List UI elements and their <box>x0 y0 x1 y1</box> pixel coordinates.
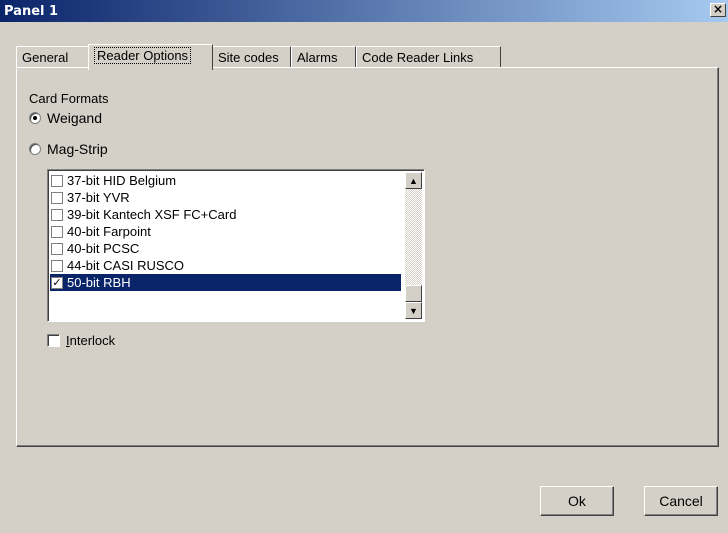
list-item[interactable]: 40-bit Farpoint <box>50 223 401 240</box>
list-scrollbar[interactable]: ▲ ▼ <box>405 172 422 319</box>
tab-label: General <box>22 50 69 65</box>
list-item-label: 50-bit RBH <box>67 275 131 290</box>
radio-button[interactable] <box>29 143 41 155</box>
checkbox[interactable] <box>51 208 63 221</box>
list-item-selected[interactable]: ✓ 50-bit RBH <box>50 274 401 291</box>
list-item-label: 44-bit CASI RUSCO <box>67 258 185 273</box>
tab-label: Alarms <box>297 50 338 65</box>
list-item[interactable]: 40-bit PCSC <box>50 240 401 257</box>
list-item-label: 39-bit Kantech XSF FC+Card <box>67 207 237 222</box>
window-title: Panel 1 <box>4 3 59 19</box>
cancel-button[interactable]: Cancel <box>644 486 718 516</box>
checkbox[interactable] <box>51 225 63 238</box>
list-item[interactable]: 37-bit YVR <box>50 189 401 206</box>
card-formats-label: Card Formats <box>29 91 109 106</box>
mag-strip-label: Mag-Strip <box>47 141 108 157</box>
close-icon[interactable]: × <box>710 3 726 17</box>
weigand-radio[interactable]: Weigand <box>29 110 102 126</box>
tab-label: Site codes <box>218 50 279 65</box>
interlock-checkbox[interactable] <box>47 334 60 347</box>
interlock-label: Interlock <box>66 333 115 348</box>
checkbox[interactable] <box>51 174 63 187</box>
list-item[interactable]: 37-bit HID Belgium <box>50 172 401 189</box>
tab-code-reader-links[interactable]: Code Reader Links <box>356 46 501 68</box>
tab-alarms[interactable]: Alarms <box>291 46 356 68</box>
title-bar: Panel 1 × <box>0 0 728 22</box>
mag-strip-radio[interactable]: Mag-Strip <box>29 141 108 157</box>
reader-options-panel: Card Formats Weigand Mag-Strip 37-bit HI… <box>16 67 719 447</box>
checkbox[interactable] <box>51 191 63 204</box>
tab-label: Code Reader Links <box>362 50 474 65</box>
interlock-label-rest: nterlock <box>69 333 116 348</box>
checkbox-checked[interactable]: ✓ <box>51 276 63 289</box>
card-format-list[interactable]: 37-bit HID Belgium 37-bit YVR 39-bit Kan… <box>47 169 425 322</box>
scroll-thumb[interactable] <box>405 285 422 302</box>
list-item-label: 37-bit HID Belgium <box>67 173 177 188</box>
checkbox[interactable] <box>51 259 63 272</box>
weigand-label: Weigand <box>47 110 103 126</box>
radio-button-checked[interactable] <box>29 112 41 124</box>
list-item-label: 40-bit PCSC <box>67 241 140 256</box>
tab-general[interactable]: General <box>16 46 92 68</box>
list-item-label: 37-bit YVR <box>67 190 130 205</box>
tab-reader-options[interactable]: Reader Options <box>88 44 213 70</box>
ok-button[interactable]: Ok <box>540 486 614 516</box>
scroll-down-icon[interactable]: ▼ <box>405 302 422 319</box>
tab-label: Reader Options <box>94 47 192 64</box>
list-item-label: 40-bit Farpoint <box>67 224 151 239</box>
interlock-checkbox-row[interactable]: Interlock <box>47 333 115 348</box>
list-item[interactable]: 44-bit CASI RUSCO <box>50 257 401 274</box>
scroll-up-icon[interactable]: ▲ <box>405 172 422 189</box>
tab-site-codes[interactable]: Site codes <box>212 46 291 68</box>
checkbox[interactable] <box>51 242 63 255</box>
list-item[interactable]: 39-bit Kantech XSF FC+Card <box>50 206 401 223</box>
